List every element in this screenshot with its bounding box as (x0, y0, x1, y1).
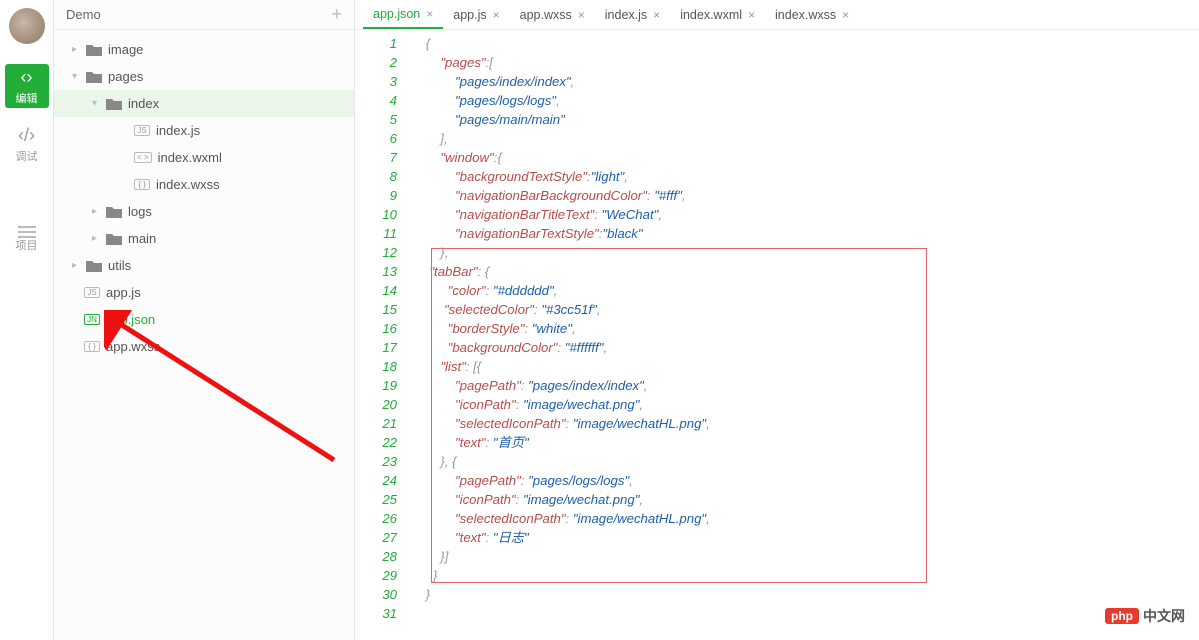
folder-open-icon (106, 97, 122, 111)
tab-label: index.js (605, 8, 647, 22)
rail-project-button[interactable]: 项目 (5, 220, 49, 264)
tree-file-index-wxml[interactable]: < >index.wxml (54, 144, 354, 171)
close-icon[interactable]: × (653, 8, 660, 22)
tree-folder-index[interactable]: index (54, 90, 354, 117)
code-icon: ‹› (21, 67, 33, 88)
tab-label: index.wxml (680, 8, 742, 22)
watermark: php 中文网 (1105, 606, 1185, 626)
json-icon: JN (84, 314, 100, 325)
tab-label: index.wxss (775, 8, 836, 22)
menu-icon (18, 231, 36, 233)
add-icon[interactable]: + (331, 4, 342, 25)
tab-app-json[interactable]: app.json × (363, 0, 443, 29)
left-rail: ‹› 编辑 ‹/› 调试 项目 (0, 0, 54, 640)
folder-icon (106, 205, 122, 219)
tab-index-js[interactable]: index.js × (595, 0, 670, 29)
tree-file-index-js[interactable]: JSindex.js (54, 117, 354, 144)
folder-icon (86, 259, 102, 273)
tree-file-app-wxss[interactable]: { }app.wxss (54, 333, 354, 360)
js-icon: JS (84, 287, 100, 298)
file-tree: image pages index JSindex.js < >index.wx… (54, 30, 354, 366)
folder-icon (86, 43, 102, 57)
watermark-text: 中文网 (1143, 606, 1185, 626)
tab-app-wxss[interactable]: app.wxss × (510, 0, 595, 29)
close-icon[interactable]: × (748, 8, 755, 22)
tab-label: app.js (453, 8, 486, 22)
tree-folder-main[interactable]: main (54, 225, 354, 252)
tab-index-wxss[interactable]: index.wxss × (765, 0, 859, 29)
rail-debug-label: 调试 (16, 148, 38, 164)
code-content[interactable]: { "pages":[ "pages/index/index", "pages/… (411, 34, 1199, 640)
wxml-icon: < > (134, 152, 152, 163)
close-icon[interactable]: × (493, 8, 500, 22)
close-icon[interactable]: × (426, 7, 433, 21)
tree-folder-logs[interactable]: logs (54, 198, 354, 225)
rail-edit-button[interactable]: ‹› 编辑 (5, 64, 49, 108)
line-gutter: 1234567891011121314151617181920212223242… (355, 34, 411, 640)
tree-file-app-js[interactable]: JSapp.js (54, 279, 354, 306)
avatar[interactable] (9, 8, 45, 44)
sidebar-header: Demo + (54, 0, 354, 30)
editor-tabs: app.json×app.js×app.wxss×index.js×index.… (355, 0, 1199, 30)
wxss-icon: { } (84, 341, 100, 352)
tree-file-app-json[interactable]: JNapp.json (54, 306, 354, 333)
tab-app-js[interactable]: app.js × (443, 0, 509, 29)
wxss-icon: { } (134, 179, 150, 190)
code-editor[interactable]: 1234567891011121314151617181920212223242… (355, 30, 1199, 640)
tree-folder-pages[interactable]: pages (54, 63, 354, 90)
rail-debug-button[interactable]: ‹/› 调试 (5, 122, 49, 166)
close-icon[interactable]: × (842, 8, 849, 22)
close-icon[interactable]: × (578, 8, 585, 22)
tree-folder-utils[interactable]: utils (54, 252, 354, 279)
editor-pane: app.json×app.js×app.wxss×index.js×index.… (355, 0, 1199, 640)
js-icon: JS (134, 125, 150, 136)
folder-icon (106, 232, 122, 246)
tab-label: app.wxss (520, 8, 572, 22)
watermark-badge: php (1105, 608, 1139, 624)
sidebar-title: Demo (66, 7, 101, 22)
folder-open-icon (86, 70, 102, 84)
rail-edit-label: 编辑 (16, 90, 38, 106)
debug-icon: ‹/› (18, 125, 35, 146)
rail-project-label: 项目 (16, 237, 38, 253)
sidebar: Demo + image pages index JSindex.js < >i… (54, 0, 355, 640)
tab-label: app.json (373, 7, 420, 21)
tree-folder-image[interactable]: image (54, 36, 354, 63)
tree-file-index-wxss[interactable]: { }index.wxss (54, 171, 354, 198)
tab-index-wxml[interactable]: index.wxml × (670, 0, 765, 29)
